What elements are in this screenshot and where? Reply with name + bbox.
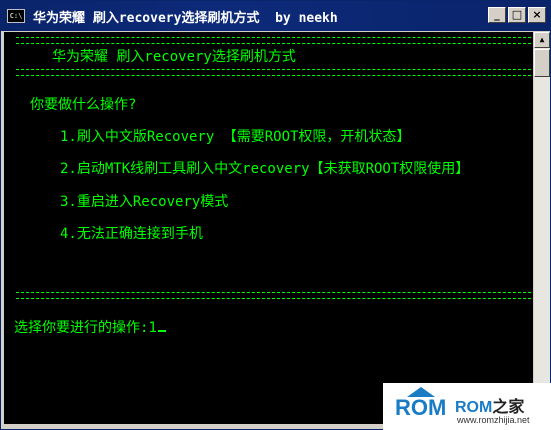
minimize-button[interactable]: _ bbox=[488, 7, 506, 23]
console-app-icon[interactable]: C:\ bbox=[7, 9, 25, 23]
console-question: 你要做什么操作? bbox=[30, 97, 137, 113]
watermark-brand: ROM之家 bbox=[455, 393, 524, 417]
divider-header bbox=[16, 69, 531, 76]
scrollbar-thumb[interactable] bbox=[534, 49, 550, 77]
option-1: 1.刷入中文版Recovery 【需要ROOT权限，开机状态】 bbox=[60, 129, 411, 145]
title-bar[interactable]: C:\ 华为荣耀 刷入recovery选择刷机方式 by neekh _ □ × bbox=[1, 1, 550, 31]
console-prompt-line[interactable]: 选择你要进行的操作:1 bbox=[14, 317, 166, 337]
maximize-button[interactable]: □ bbox=[508, 7, 526, 23]
console-header: 华为荣耀 刷入recovery选择刷机方式 bbox=[52, 49, 296, 65]
prompt-input[interactable]: 1 bbox=[148, 320, 156, 336]
window-title: 华为荣耀 刷入recovery选择刷机方式 by neekh bbox=[33, 10, 338, 26]
scroll-up-icon[interactable]: ▲ bbox=[534, 32, 550, 48]
text-cursor bbox=[157, 330, 166, 332]
option-4: 4.无法正确连接到手机 bbox=[60, 226, 203, 242]
watermark-url: www.romzhijia.net bbox=[457, 415, 530, 425]
option-3: 3.重启进入Recovery模式 bbox=[60, 194, 229, 210]
console-window: C:\ 华为荣耀 刷入recovery选择刷机方式 by neekh _ □ ×… bbox=[0, 0, 551, 430]
watermark-brand-a: ROM bbox=[455, 399, 493, 416]
watermark-brand-b: 之家 bbox=[492, 399, 525, 416]
watermark-rom-text: ROM bbox=[395, 395, 447, 420]
console-output[interactable]: 华为荣耀 刷入recovery选择刷机方式 你要做什么操作? 1.刷入中文版Re… bbox=[4, 32, 533, 424]
prompt-label: 选择你要进行的操作: bbox=[14, 320, 149, 336]
option-2: 2.启动MTK线刷工具刷入中文recovery【未获取ROOT权限使用】 bbox=[60, 161, 470, 177]
divider-top bbox=[16, 37, 531, 44]
watermark-logo: ROM ROM之家 www.romzhijia.net bbox=[383, 383, 551, 430]
vertical-scrollbar[interactable]: ▲ bbox=[534, 32, 550, 424]
close-button[interactable]: × bbox=[528, 7, 546, 23]
divider-bottom bbox=[16, 292, 531, 299]
